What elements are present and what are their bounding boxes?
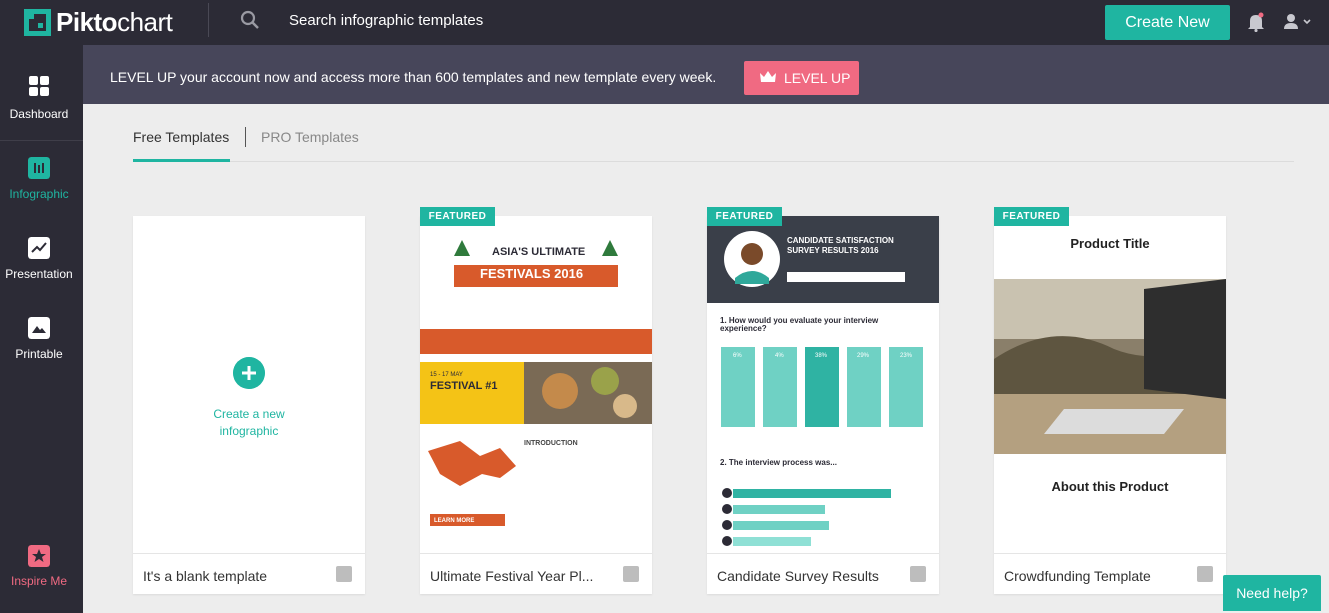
card-title: Crowdfunding Template bbox=[1004, 568, 1151, 584]
featured-badge: FEATURED bbox=[707, 207, 782, 226]
user-menu-icon[interactable] bbox=[1283, 12, 1313, 32]
create-new-infographic-text[interactable]: Create a new infographic bbox=[133, 406, 365, 440]
sidebar-item-label: Presentation bbox=[5, 267, 73, 281]
preview-percent: 29% bbox=[857, 353, 870, 359]
search-input[interactable] bbox=[289, 10, 689, 30]
top-bar: Piktochart Create New bbox=[0, 0, 1329, 45]
tab-pro-templates[interactable]: PRO Templates bbox=[261, 129, 359, 145]
banner-text: LEVEL UP your account now and access mor… bbox=[110, 69, 717, 85]
sidebar-item-dashboard[interactable]: Dashboard bbox=[0, 75, 83, 155]
infographic-type-icon bbox=[336, 566, 352, 582]
template-card-blank[interactable]: Create a new infographic It's a blank te… bbox=[133, 216, 365, 594]
preview-about: About this Product bbox=[1051, 479, 1169, 494]
card-footer: Ultimate Festival Year Pl... bbox=[420, 553, 652, 594]
sidebar-item-label: Infographic bbox=[9, 187, 69, 201]
card-footer: It's a blank template bbox=[133, 553, 365, 594]
create-new-button[interactable]: Create New bbox=[1105, 5, 1230, 40]
card-preview[interactable]: Create a new infographic bbox=[133, 216, 365, 553]
sidebar-item-inspire-me[interactable]: Inspire Me bbox=[0, 545, 83, 613]
preview-heading: ASIA'S ULTIMATE bbox=[492, 246, 586, 258]
piktochart-logo[interactable]: Piktochart bbox=[24, 6, 173, 37]
printable-icon bbox=[28, 317, 50, 339]
sidebar-item-label: Printable bbox=[15, 347, 63, 361]
card-footer: Crowdfunding Template bbox=[994, 553, 1226, 594]
level-up-button[interactable]: LEVEL UP bbox=[744, 61, 859, 95]
featured-badge: FEATURED bbox=[994, 207, 1069, 226]
logo-text: Piktochart bbox=[56, 6, 173, 37]
infographic-icon bbox=[28, 157, 50, 179]
template-card-crowdfunding[interactable]: Product Title About this Product Crowdfu… bbox=[994, 216, 1226, 594]
dashboard-icon bbox=[29, 76, 49, 96]
template-tabs: Free Templates PRO Templates bbox=[133, 122, 1294, 162]
infographic-type-icon bbox=[1197, 566, 1213, 582]
active-tab-indicator bbox=[133, 159, 230, 162]
sidebar-item-infographic[interactable]: Infographic bbox=[0, 157, 83, 237]
template-card-survey[interactable]: CANDIDATE SATISFACTION SURVEY RESULTS 20… bbox=[707, 216, 939, 594]
preview-percent: 38% bbox=[815, 353, 828, 359]
preview-percent: 6% bbox=[733, 353, 742, 359]
card-footer: Candidate Survey Results bbox=[707, 553, 939, 594]
infographic-type-icon bbox=[910, 566, 926, 582]
tab-separator bbox=[245, 127, 246, 147]
sidebar-item-printable[interactable]: Printable bbox=[0, 317, 83, 397]
template-card-festival[interactable]: ASIA'S ULTIMATE FESTIVALS 2016 15 - 17 M… bbox=[420, 216, 652, 594]
preview-percent: 23% bbox=[900, 353, 913, 359]
preview-question-1: 1. How would you evaluate your interview… bbox=[720, 316, 879, 333]
level-up-label: LEVEL UP bbox=[784, 70, 851, 86]
card-title: Candidate Survey Results bbox=[717, 568, 879, 584]
card-preview[interactable]: CANDIDATE SATISFACTION SURVEY RESULTS 20… bbox=[707, 216, 939, 553]
card-title: It's a blank template bbox=[143, 568, 268, 584]
tab-free-templates[interactable]: Free Templates bbox=[133, 129, 229, 145]
preview-question-2: 2. The interview process was... bbox=[720, 458, 837, 467]
presentation-icon bbox=[28, 237, 50, 259]
featured-badge: FEATURED bbox=[420, 207, 495, 226]
preview-percent: 4% bbox=[775, 353, 784, 359]
sidebar-item-presentation[interactable]: Presentation bbox=[0, 237, 83, 317]
preview-heading: Product Title bbox=[1070, 236, 1150, 251]
card-preview[interactable]: ASIA'S ULTIMATE FESTIVALS 2016 15 - 17 M… bbox=[420, 216, 652, 553]
preview-subheading: FESTIVALS 2016 bbox=[480, 266, 584, 281]
product-photo bbox=[994, 279, 1226, 454]
preview-intro: INTRODUCTION bbox=[524, 440, 578, 447]
preview-date: 15 - 17 MAY bbox=[430, 372, 463, 378]
search-icon[interactable] bbox=[240, 10, 260, 30]
upgrade-banner: LEVEL UP your account now and access mor… bbox=[83, 45, 1329, 104]
crown-icon bbox=[760, 71, 776, 82]
preview-festival: FESTIVAL #1 bbox=[430, 380, 498, 392]
preview-subheading: SURVEY RESULTS 2016 bbox=[787, 246, 879, 255]
need-help-button[interactable]: Need help? bbox=[1223, 575, 1321, 611]
sidebar-item-label: Dashboard bbox=[9, 107, 69, 121]
sidebar-divider bbox=[0, 140, 83, 141]
sidebar-item-label: Inspire Me bbox=[10, 574, 68, 588]
bell-icon[interactable] bbox=[1247, 12, 1265, 32]
card-preview[interactable]: Product Title About this Product bbox=[994, 216, 1226, 553]
card-title: Ultimate Festival Year Pl... bbox=[430, 568, 594, 584]
logo-mark-icon bbox=[24, 8, 51, 36]
infographic-type-icon bbox=[623, 566, 639, 582]
star-icon bbox=[28, 545, 50, 567]
sidebar: Dashboard Infographic Presentation Print… bbox=[0, 45, 83, 613]
survey-preview-art bbox=[707, 216, 939, 546]
preview-heading: CANDIDATE SATISFACTION bbox=[787, 236, 894, 245]
plus-icon[interactable] bbox=[233, 357, 265, 389]
preview-learn-more: LEARN MORE bbox=[434, 518, 475, 524]
header-divider bbox=[208, 3, 209, 37]
